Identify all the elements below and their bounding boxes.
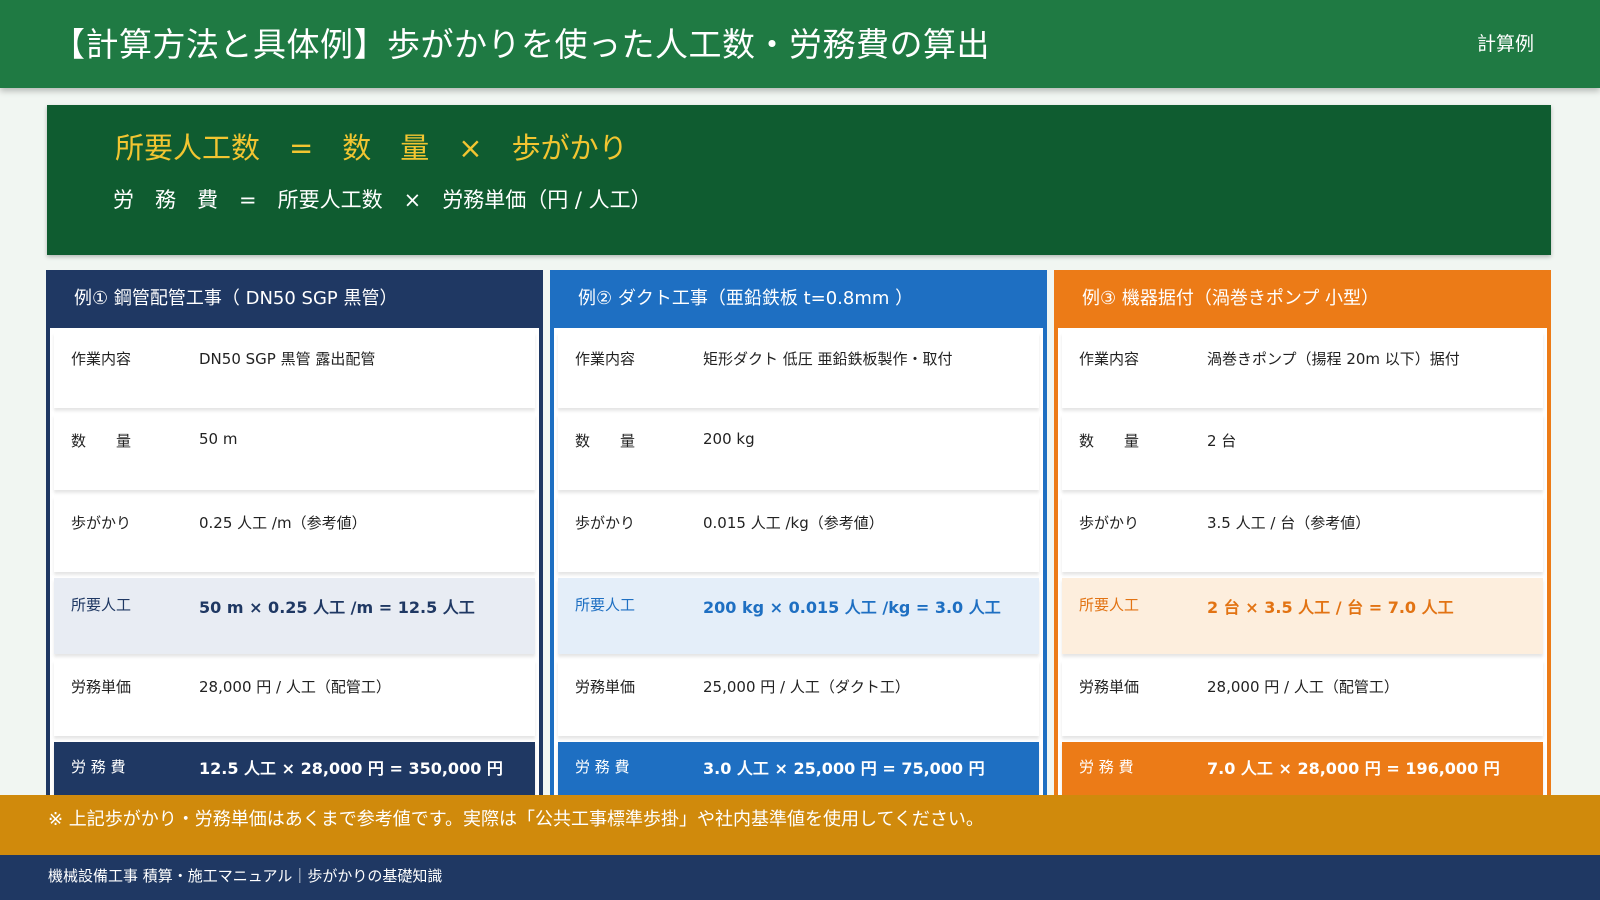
section-tag: 計算例 [1476,33,1534,55]
header-bar: 【計算方法と具体例】歩がかりを使った人工数・労務費の算出 計算例 [0,0,1600,88]
row-value: 渦巻きポンプ（揚程 20m 以下）据付 [1207,350,1460,368]
row-label: 歩がかり [575,514,636,532]
row-label: 数 量 [71,432,132,450]
row-labor-cost: 労 務 費 3.0 人工 × 25,000 円 = 75,000 円 [558,742,1039,802]
row-bugakari: 歩がかり 3.5 人工 / 台（参考値） [1062,496,1543,572]
row-label: 労務単価 [575,678,636,696]
row-value: 200 kg × 0.015 人工 /kg = 3.0 人工 [703,598,1001,617]
row-labor-cost: 労 務 費 7.0 人工 × 28,000 円 = 196,000 円 [1062,742,1543,802]
row-value: 0.25 人工 /m（参考値） [199,514,367,532]
row-value: 25,000 円 / 人工（ダクト工） [703,678,910,696]
row-quantity: 数 量 50 m [54,414,535,490]
row-value: 50 m × 0.25 人工 /m = 12.5 人工 [199,598,475,617]
note-text: ※ 上記歩がかり・労務単価はあくまで参考値です。実際は「公共工事標準歩掛」や社内… [48,809,984,830]
row-label: 労務単価 [71,678,132,696]
formula-panel: 所要人工数 = 数 量 × 歩がかり 労 務 費 = 所要人工数 × 労務単価（… [47,105,1551,255]
page-title: 【計算方法と具体例】歩がかりを使った人工数・労務費の算出 [52,25,990,64]
row-work-content: 作業内容 DN50 SGP 黒管 露出配管 [54,332,535,408]
card-title: 例② ダクト工事（亜鉛鉄板 t=0.8mm ） [554,270,1043,328]
row-value: 50 m [199,430,238,448]
row-label: 労 務 費 [1079,758,1134,776]
row-label: 作業内容 [575,350,636,368]
note-banner: ※ 上記歩がかり・労務単価はあくまで参考値です。実際は「公共工事標準歩掛」や社内… [0,795,1600,855]
card-title: 例③ 機器据付（渦巻きポンプ 小型） [1058,270,1547,328]
row-work-content: 作業内容 矩形ダクト 低圧 亜鉛鉄板製作・取付 [558,332,1039,408]
row-required-labor: 所要人工 50 m × 0.25 人工 /m = 12.5 人工 [54,578,535,654]
row-label: 数 量 [575,432,636,450]
footer-bar: 機械設備工事 積算・施工マニュアル｜歩がかりの基礎知識 [0,855,1600,900]
row-value: 0.015 人工 /kg（参考値） [703,514,884,532]
row-unit-price: 労務単価 28,000 円 / 人工（配管工） [54,660,535,736]
example-card-steel-pipe: 例① 鋼管配管工事（ DN50 SGP 黒管） 作業内容 DN50 SGP 黒管… [46,270,543,810]
card-title: 例① 鋼管配管工事（ DN50 SGP 黒管） [50,270,539,328]
row-label: 歩がかり [1079,514,1140,532]
example-card-duct: 例② ダクト工事（亜鉛鉄板 t=0.8mm ） 作業内容 矩形ダクト 低圧 亜鉛… [550,270,1047,810]
row-value: 12.5 人工 × 28,000 円 = 350,000 円 [199,759,503,778]
row-value: 3.0 人工 × 25,000 円 = 75,000 円 [703,759,985,778]
example-card-pump: 例③ 機器据付（渦巻きポンプ 小型） 作業内容 渦巻きポンプ（揚程 20m 以下… [1054,270,1551,810]
formula-labor-count: 所要人工数 = 数 量 × 歩がかり [115,131,628,165]
row-value: 28,000 円 / 人工（配管工） [199,678,391,696]
row-value: 2 台 [1207,432,1237,450]
row-label: 作業内容 [71,350,132,368]
row-quantity: 数 量 200 kg [558,414,1039,490]
row-value: 2 台 × 3.5 人工 / 台 = 7.0 人工 [1207,598,1454,617]
row-value: 7.0 人工 × 28,000 円 = 196,000 円 [1207,759,1500,778]
formula-labor-cost: 労 務 費 = 所要人工数 × 労務単価（円 / 人工） [113,188,652,212]
footer-text: 機械設備工事 積算・施工マニュアル｜歩がかりの基礎知識 [48,867,443,885]
row-label: 所要人工 [1079,596,1140,614]
row-label: 歩がかり [71,514,132,532]
row-bugakari: 歩がかり 0.015 人工 /kg（参考値） [558,496,1039,572]
row-label: 所要人工 [575,596,636,614]
row-labor-cost: 労 務 費 12.5 人工 × 28,000 円 = 350,000 円 [54,742,535,802]
row-label: 労務単価 [1079,678,1140,696]
row-label: 所要人工 [71,596,132,614]
row-value: 200 kg [703,430,755,448]
row-value: 矩形ダクト 低圧 亜鉛鉄板製作・取付 [703,350,953,368]
row-label: 作業内容 [1079,350,1140,368]
row-required-labor: 所要人工 200 kg × 0.015 人工 /kg = 3.0 人工 [558,578,1039,654]
row-work-content: 作業内容 渦巻きポンプ（揚程 20m 以下）据付 [1062,332,1543,408]
row-quantity: 数 量 2 台 [1062,414,1543,490]
row-label: 労 務 費 [71,758,126,776]
row-label: 労 務 費 [575,758,630,776]
row-value: 28,000 円 / 人工（配管工） [1207,678,1399,696]
row-unit-price: 労務単価 25,000 円 / 人工（ダクト工） [558,660,1039,736]
row-required-labor: 所要人工 2 台 × 3.5 人工 / 台 = 7.0 人工 [1062,578,1543,654]
row-bugakari: 歩がかり 0.25 人工 /m（参考値） [54,496,535,572]
row-value: 3.5 人工 / 台（参考値） [1207,514,1371,532]
row-value: DN50 SGP 黒管 露出配管 [199,350,376,368]
row-label: 数 量 [1079,432,1140,450]
row-unit-price: 労務単価 28,000 円 / 人工（配管工） [1062,660,1543,736]
